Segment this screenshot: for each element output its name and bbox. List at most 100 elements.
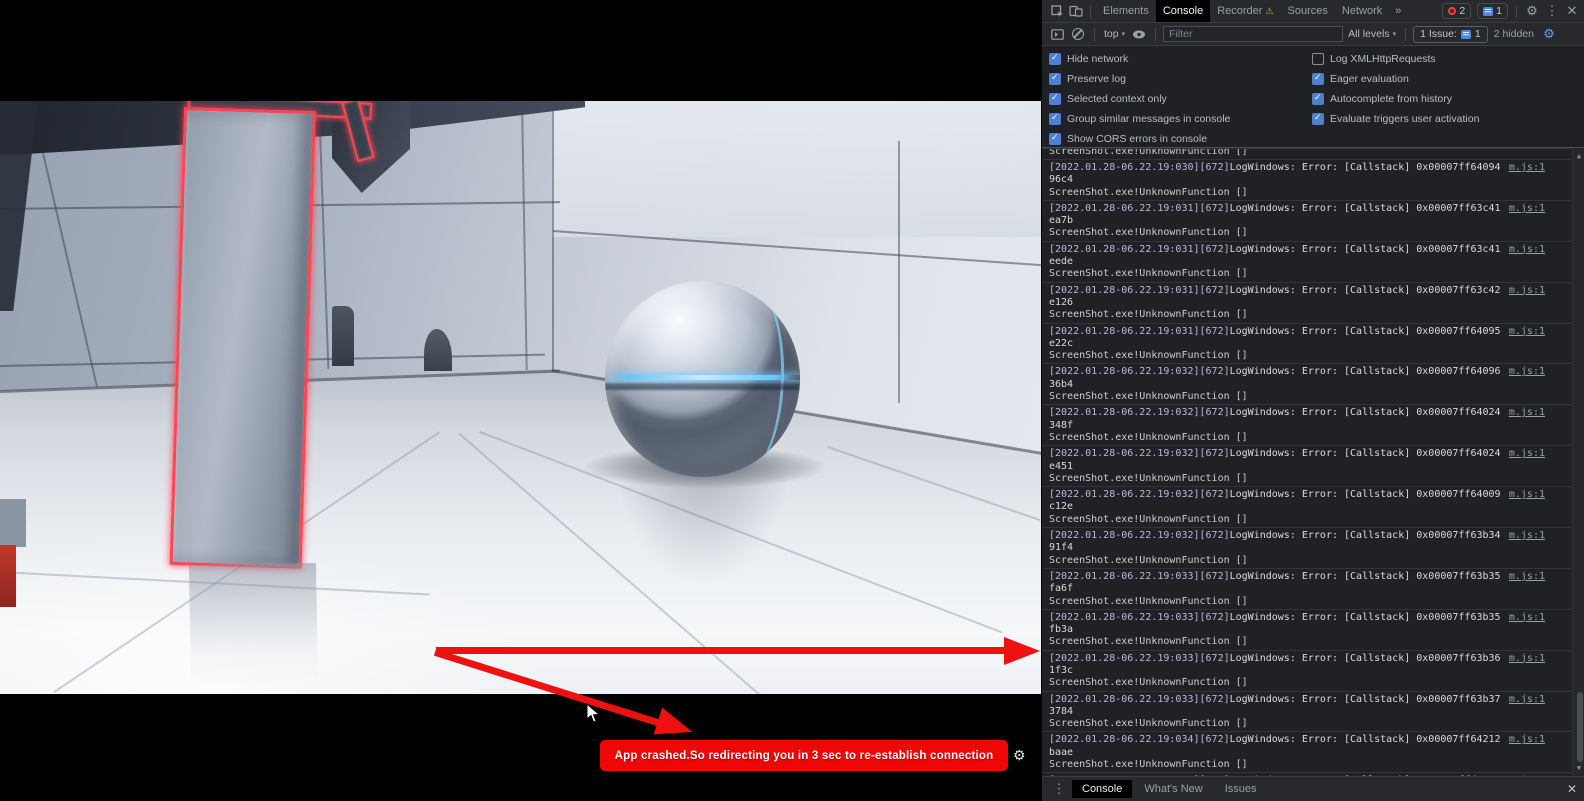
- issues-counter[interactable]: 1 Issue:1: [1413, 26, 1488, 43]
- console-setting[interactable]: Hide network: [1049, 51, 1312, 66]
- log-message: [2022.01.28-06.22.19:031][672]LogWindows…: [1049, 203, 1509, 240]
- log-entry[interactable]: [2022.01.28-06.22.19:031][672]LogWindows…: [1042, 282, 1571, 323]
- divider: [1155, 28, 1156, 41]
- console-setting[interactable]: Preserve log: [1049, 71, 1312, 86]
- source-link[interactable]: m.js:1: [1509, 612, 1545, 624]
- log-entry[interactable]: [2022.01.28-06.22.19:031][672]LogWindows…: [1042, 323, 1571, 364]
- checkbox[interactable]: [1049, 53, 1061, 65]
- console-setting[interactable]: Group similar messages in console: [1049, 111, 1312, 126]
- log-message: [2022.01.28-06.22.19:032][672]LogWindows…: [1049, 448, 1509, 485]
- close-drawer-icon[interactable]: ✕: [1567, 782, 1577, 796]
- distant-slab: [332, 306, 354, 366]
- device-toolbar-icon[interactable]: [1067, 2, 1085, 20]
- log-entry[interactable]: [2022.01.28-06.22.19:033][672]LogWindows…: [1042, 609, 1571, 650]
- source-link[interactable]: m.js:1: [1509, 530, 1545, 542]
- log-message: [2022.01.28-06.22.19:032][672]LogWindows…: [1049, 407, 1509, 444]
- hidden-messages-count: 2 hidden: [1491, 28, 1537, 40]
- checkbox[interactable]: [1049, 73, 1061, 85]
- more-tabs-icon[interactable]: »: [1390, 5, 1406, 17]
- live-expression-eye-icon[interactable]: [1130, 25, 1148, 43]
- log-entry[interactable]: [2022.01.28-06.22.19:032][672]LogWindows…: [1042, 363, 1571, 404]
- devtools-tab[interactable]: Console: [1156, 0, 1210, 22]
- log-entry[interactable]: [2022.01.28-06.22.19:031][672]LogWindows…: [1042, 241, 1571, 282]
- checkbox[interactable]: [1312, 113, 1324, 125]
- inspect-icon[interactable]: [1048, 2, 1066, 20]
- error-count-badge[interactable]: 2: [1442, 3, 1471, 19]
- selected-pillar[interactable]: [170, 107, 316, 569]
- log-entry[interactable]: [2022.01.28-06.22.19:030][672]LogWindows…: [1042, 159, 1571, 200]
- checkbox[interactable]: [1049, 93, 1061, 105]
- log-entry[interactable]: [2022.01.28-06.22.19:033][672]LogWindows…: [1042, 650, 1571, 691]
- log-entry[interactable]: ScreenShot.exe!UnknownFunction []: [1042, 148, 1571, 159]
- console-setting[interactable]: Evaluate triggers user activation: [1312, 111, 1584, 126]
- message-count-badge[interactable]: 1: [1477, 3, 1508, 19]
- source-link[interactable]: m.js:1: [1509, 448, 1545, 460]
- drawer-tab[interactable]: Issues: [1215, 780, 1267, 798]
- source-link[interactable]: m.js:1: [1509, 694, 1545, 706]
- source-link[interactable]: m.js:1: [1509, 326, 1545, 338]
- source-link[interactable]: m.js:1: [1509, 734, 1545, 746]
- checkbox[interactable]: [1312, 93, 1324, 105]
- chrome-sphere[interactable]: [605, 281, 800, 477]
- context-selector[interactable]: top▾: [1102, 28, 1127, 40]
- clear-console-icon[interactable]: [1069, 25, 1087, 43]
- scrollbar[interactable]: ▲ ▼: [1572, 148, 1584, 776]
- console-setting[interactable]: Autocomplete from history: [1312, 91, 1584, 106]
- annotation-arrowhead: [1004, 637, 1040, 665]
- log-entry[interactable]: [2022.01.28-06.22.19:031][672]LogWindows…: [1042, 200, 1571, 241]
- divider: [1516, 5, 1517, 18]
- log-message: [2022.01.28-06.22.19:033][672]LogWindows…: [1049, 694, 1509, 731]
- log-entry[interactable]: [2022.01.28-06.22.19:033][672]LogWindows…: [1042, 568, 1571, 609]
- settings-gear-icon[interactable]: ⚙: [1523, 2, 1541, 20]
- close-devtools-icon[interactable]: ✕: [1563, 2, 1581, 20]
- log-entry[interactable]: [2022.01.28-06.22.19:033][672]LogWindows…: [1042, 691, 1571, 732]
- console-setting[interactable]: Eager evaluation: [1312, 71, 1584, 86]
- drawer-tab[interactable]: Console: [1072, 780, 1132, 798]
- settings-column-left: Hide network Preserve log Selected conte…: [1049, 51, 1312, 147]
- sphere-equator-glow: [605, 375, 800, 380]
- filter-input[interactable]: [1163, 26, 1343, 42]
- issue-icon: [1461, 30, 1471, 39]
- scroll-down-icon[interactable]: ▼: [1577, 762, 1581, 774]
- checkbox[interactable]: [1049, 133, 1061, 145]
- source-link[interactable]: m.js:1: [1509, 407, 1545, 419]
- devtools-tab[interactable]: Recorder⚠: [1210, 0, 1280, 22]
- scrollbar-thumb[interactable]: [1577, 692, 1583, 762]
- source-link[interactable]: m.js:1: [1509, 162, 1545, 174]
- devtools-tab[interactable]: Network: [1335, 0, 1389, 22]
- console-setting[interactable]: Log XMLHttpRequests: [1312, 51, 1584, 66]
- checkbox[interactable]: [1312, 53, 1324, 65]
- log-entry[interactable]: [2022.01.28-06.22.19:032][672]LogWindows…: [1042, 445, 1571, 486]
- settings-column-right: Log XMLHttpRequests Eager evaluation Aut…: [1312, 51, 1584, 147]
- console-setting[interactable]: Selected context only: [1049, 91, 1312, 106]
- scroll-up-icon[interactable]: ▲: [1577, 150, 1581, 162]
- mouse-cursor: [586, 703, 601, 724]
- source-link[interactable]: m.js:1: [1509, 489, 1545, 501]
- log-levels-dropdown[interactable]: All levels▾: [1346, 28, 1398, 40]
- menu-dots-icon[interactable]: ⋮: [1543, 2, 1561, 20]
- log-entry[interactable]: [2022.01.28-06.22.19:034][672]LogWindows…: [1042, 731, 1571, 772]
- source-link[interactable]: m.js:1: [1509, 203, 1545, 215]
- crash-banner-text: App crashed.So redirecting you in 3 sec …: [615, 750, 994, 762]
- source-link[interactable]: m.js:1: [1509, 653, 1545, 665]
- devtools-tab[interactable]: Sources: [1281, 0, 1335, 22]
- log-entry[interactable]: [2022.01.28-06.22.19:032][672]LogWindows…: [1042, 527, 1571, 568]
- console-sidebar-icon[interactable]: [1048, 25, 1066, 43]
- gear-icon[interactable]: ⚙: [1013, 747, 1026, 764]
- log-entry[interactable]: [2022.01.28-06.22.19:032][672]LogWindows…: [1042, 404, 1571, 445]
- drawer-tab[interactable]: What's New: [1134, 780, 1212, 798]
- source-link[interactable]: m.js:1: [1509, 571, 1545, 583]
- checkbox[interactable]: [1049, 113, 1061, 125]
- source-link[interactable]: m.js:1: [1509, 285, 1545, 297]
- console-setting[interactable]: Show CORS errors in console: [1049, 131, 1312, 146]
- source-link[interactable]: m.js:1: [1509, 366, 1545, 378]
- devtools-tab[interactable]: Elements: [1096, 0, 1156, 22]
- game-viewport[interactable]: [0, 101, 1041, 694]
- chevron-down-icon: ▾: [1122, 30, 1126, 38]
- drawer-menu-dots-icon[interactable]: ⋮: [1050, 780, 1068, 798]
- log-message: [2022.01.28-06.22.19:032][672]LogWindows…: [1049, 489, 1509, 526]
- checkbox[interactable]: [1312, 73, 1324, 85]
- log-entry[interactable]: [2022.01.28-06.22.19:032][672]LogWindows…: [1042, 486, 1571, 527]
- console-settings-gear-icon[interactable]: ⚙: [1540, 25, 1558, 43]
- source-link[interactable]: m.js:1: [1509, 244, 1545, 256]
